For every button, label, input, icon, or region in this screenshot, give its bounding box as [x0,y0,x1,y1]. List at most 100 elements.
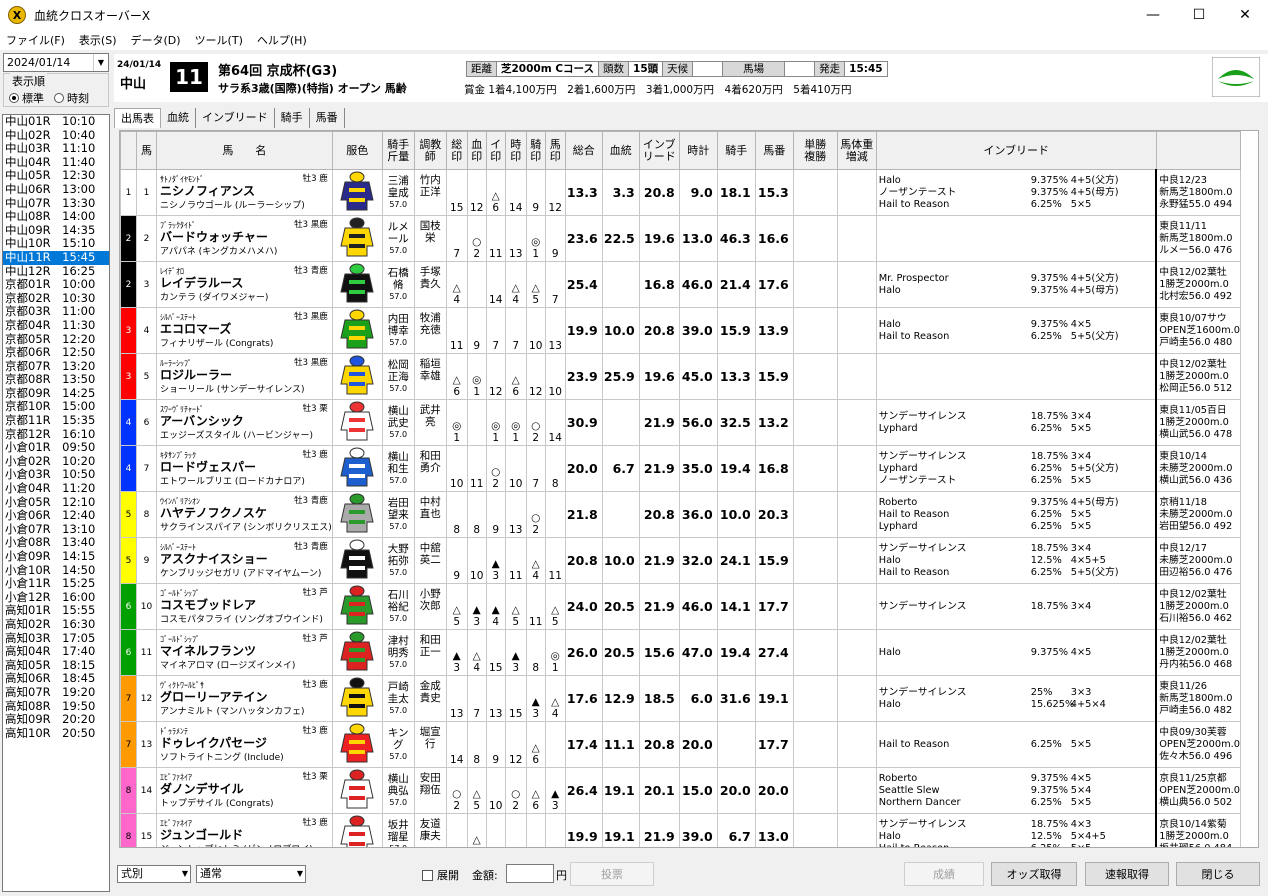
horse-name[interactable]: アスクナイスショー [160,553,331,566]
race-list-item[interactable]: 京都08R 13:50 [3,373,109,387]
race-list-item[interactable]: 京都03R 11:00 [3,305,109,319]
menu-data[interactable]: データ(D) [131,32,181,48]
race-list-item[interactable]: 小倉05R 12:10 [3,495,109,510]
entry-row[interactable]: 8 14 ｴﾋﾟﾌｧﾈｲｱ ダノンデサイル トップデサイル (Congrats) 牡3 栗… [120,767,1241,814]
horse-name[interactable]: ハヤテノフクノスケ [160,507,331,520]
race-list-item[interactable]: 高知10R 20:50 [3,726,109,741]
horse-name[interactable]: グローリーアテイン [160,691,331,704]
race-list-item[interactable]: 中山05R 12:30 [3,169,109,183]
horse-name[interactable]: ジュンゴールド [160,829,331,842]
horse-name[interactable]: ロジルーラー [160,369,331,382]
column-header-inb_detail[interactable]: インブリード [875,131,1157,170]
race-list-item[interactable]: 京都04R 11:30 [3,318,109,333]
entry-row[interactable]: 7 12 ｳﾞｨｸﾄﾜｰﾙﾋﾟｻ グローリーアテイン アンナミルト (マンハッタンカフェ… [120,675,1241,722]
tab-pedigree[interactable]: 血統 [161,108,196,128]
amount-input[interactable] [506,864,554,883]
horse-name[interactable]: マイネルフランツ [160,645,331,658]
column-header-name[interactable]: 馬 名 [156,131,333,170]
race-list-item[interactable]: 小倉09R 14:15 [3,549,109,564]
entry-row[interactable]: 3 5 ﾙｰﾗｰｼｯﾌﾟ ロジルーラー ショーリール (サンデーサイレンス) 牡3 黒鹿松… [120,353,1241,400]
get-odds-button[interactable]: オッズ取得 [991,862,1077,886]
race-list-item[interactable]: 小倉01R 09:50 [3,441,109,455]
race-list-item[interactable]: 京都07R 13:20 [3,359,109,374]
race-list-item[interactable]: 中山08R 14:00 [3,210,109,224]
horse-name[interactable]: レイデラルース [160,277,331,290]
column-header-total[interactable]: 総合 [564,131,603,170]
column-header-weight[interactable]: 馬体重 増減 [836,131,877,170]
race-list-item[interactable]: 高知08R 19:50 [3,699,109,714]
entry-row[interactable]: 5 8 ｳｲﾝﾊﾞﾘｱｼｵﾝ ハヤテノフクノスケ サクラインスパイア (シンボリクリスエ… [120,491,1241,538]
entry-row[interactable]: 6 10 ｺﾞｰﾙﾄﾞｼｯﾌﾟ コスモブッドレア コスモパタフライ (ソングオブウインド… [120,583,1241,630]
menu-tools[interactable]: ツール(T) [195,32,243,48]
race-list-item[interactable]: 中山12R 16:25 [3,264,109,279]
race-list-item[interactable]: 中山11R 15:45 [3,250,109,265]
entry-row[interactable]: 4 6 ｽﾜｰｳﾞﾘﾁｬｰﾄﾞ アーバンシック エッジーズスタイル (ハービンジャー) 牡… [120,399,1241,446]
vote-button[interactable]: 投票 [570,862,654,886]
horse-name[interactable]: ダノンデサイル [160,783,331,796]
maximize-button[interactable]: ☐ [1176,0,1222,30]
column-header-m6[interactable]: 馬印 [544,131,566,170]
race-list[interactable]: 中山01R 10:10 中山02R 10:40 中山03R 11:10 中山04R 1… [2,114,110,892]
column-header-m3[interactable]: イ印 [485,131,506,170]
race-list-item[interactable]: 小倉02R 10:20 [3,454,109,469]
column-header-umaban[interactable]: 馬番 [754,131,794,170]
column-header-waku[interactable] [120,131,137,170]
horse-name[interactable]: アーバンシック [160,415,331,428]
race-list-item[interactable]: 中山03R 11:10 [3,142,109,156]
race-list-item[interactable]: 中山09R 14:35 [3,223,109,238]
race-list-item[interactable]: 小倉12R 16:00 [3,590,109,605]
entry-row[interactable]: 2 2 ﾌﾞﾗｯｸﾀｲﾄﾞ バードウォッチャー アパパネ (キングカメハメハ) 牡3 黒鹿… [120,215,1241,262]
race-list-item[interactable]: 高知07R 19:20 [3,685,109,700]
column-header-silk[interactable]: 服色 [331,131,383,170]
race-list-item[interactable]: 小倉03R 10:50 [3,468,109,482]
radio-standard[interactable]: 標準 [9,90,44,106]
race-list-item[interactable]: 小倉11R 15:25 [3,577,109,591]
race-list-item[interactable]: 京都10R 15:00 [3,400,109,414]
chevron-down-icon[interactable]: ▼ [93,54,108,71]
race-list-item[interactable]: 高知02R 16:30 [3,617,109,632]
entry-row[interactable]: 815ｴﾋﾟﾌｧﾈｲｱジュンゴールドジュントップヒトミ (ゼンノロブロイ)牡3 … [120,813,1241,847]
close-button[interactable]: 閉じる [1176,862,1260,886]
tab-entries[interactable]: 出馬表 [114,108,161,128]
race-list-item[interactable]: 高知01R 15:55 [3,604,109,618]
menu-view[interactable]: 表示(S) [79,32,117,48]
bet-type-select[interactable]: 式別 ▼ [117,865,191,883]
date-select[interactable]: 2024/01/14 ▼ [3,53,109,72]
menu-help[interactable]: ヘルプ(H) [257,32,307,48]
column-header-jockey[interactable]: 騎手 斤量 [381,131,415,170]
race-list-item[interactable]: 小倉10R 14:50 [3,563,109,578]
close-window-button[interactable]: ✕ [1222,0,1268,30]
race-list-item[interactable]: 高知04R 17:40 [3,645,109,659]
column-header-jk[interactable]: 騎手 [716,131,756,170]
race-list-item[interactable]: 京都05R 12:20 [3,332,109,347]
race-list-item[interactable]: 京都11R 15:35 [3,413,109,428]
column-header-trainer[interactable]: 調教師 [413,131,447,170]
race-list-item[interactable]: 京都01R 10:00 [3,278,109,292]
results-button[interactable]: 成績 [904,862,984,886]
entry-row[interactable]: 3 4 ｼﾙﾊﾞｰｽﾃｰﾄ エコロマーズ フィナリザール (Congrats) 牡3 黒鹿… [120,307,1241,354]
entry-row[interactable]: 7 13 ﾄﾞｩﾗﾒﾝﾃ ドゥレイクパセージ ソフトライトニング (Include) 牡3… [120,721,1241,768]
horse-name[interactable]: バードウォッチャー [160,231,331,244]
race-list-item[interactable]: 中山10R 15:10 [3,237,109,251]
column-header-odds[interactable]: 単勝 複勝 [792,131,838,170]
entry-row[interactable]: 1 1 ｻﾄﾉﾀﾞｲﾔﾓﾝﾄﾞ ニシノフィアンス ニシノラウゴール (ルーラーシップ) 牡… [120,169,1241,216]
race-list-item[interactable]: 高知09R 20:20 [3,713,109,727]
race-list-item[interactable]: 小倉07R 13:10 [3,522,109,537]
column-header-m5[interactable]: 騎印 [525,131,546,170]
tab-jockey[interactable]: 騎手 [275,108,310,128]
race-list-item[interactable]: 中山06R 13:00 [3,182,109,197]
column-header-past[interactable] [1155,131,1241,170]
horse-name[interactable]: エコロマーズ [160,323,331,336]
horse-name[interactable]: コスモブッドレア [160,599,331,612]
race-list-item[interactable]: 小倉04R 11:20 [3,481,109,496]
column-header-m2[interactable]: 血印 [466,131,487,170]
entry-row[interactable]: 2 3 ﾚｲﾃﾞｵﾛ レイデラルース カンテラ (ダイワメジャー) 牡3 青鹿 石橋脩 57.… [120,261,1241,308]
race-list-item[interactable]: 中山04R 11:40 [3,155,109,170]
race-list-item[interactable]: 中山07R 13:30 [3,196,109,211]
column-header-time[interactable]: 時計 [678,131,718,170]
race-list-item[interactable]: 京都02R 10:30 [3,291,109,306]
get-quick-results-button[interactable]: 速報取得 [1085,862,1169,886]
horse-name[interactable]: ロードヴェスパー [160,461,331,474]
entries-grid[interactable]: 馬馬 名服色 騎手 斤量 調教師総印血印イ印時印騎印馬印総合 血統 インブ リード 時計 騎手馬… [119,130,1259,848]
radio-time[interactable]: 時刻 [54,90,89,106]
